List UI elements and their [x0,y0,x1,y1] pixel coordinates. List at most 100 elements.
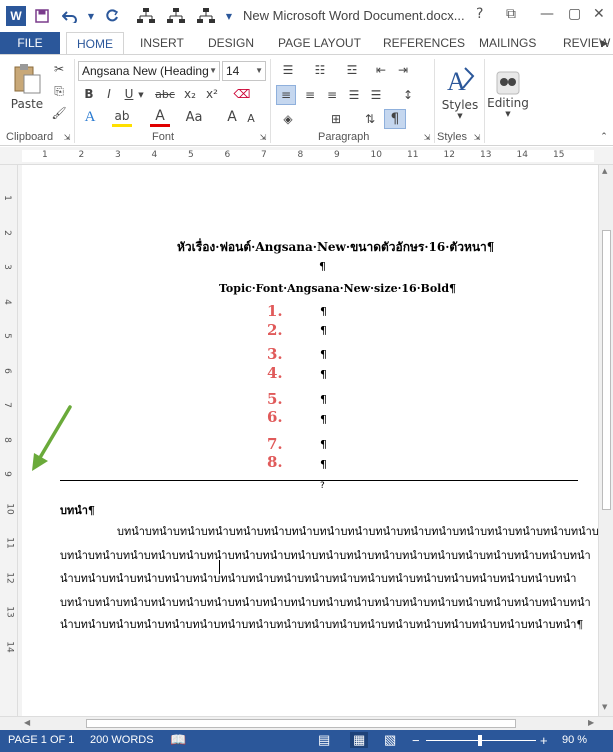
list-number-7: 7. [267,435,283,453]
show-hide-formatting-button[interactable]: ¶ [384,109,406,129]
subscript-button[interactable]: x₂ [180,85,200,103]
undo-icon[interactable] [58,4,82,28]
minimize-button[interactable]: — [540,6,554,22]
scroll-left-icon[interactable]: ◀ [24,718,30,727]
align-center-icon[interactable]: ≡ [300,85,320,105]
shading-icon[interactable]: ◈ [276,109,300,129]
org-chart-icon-2[interactable] [164,4,188,28]
collapse-ribbon-icon[interactable]: ⌃ [598,131,610,143]
body-line-5[interactable]: นำบทนำบทนำบทนำบทนำบทนำบทนำบทนำบทนำบทนำบท… [60,615,583,633]
zoom-in-button[interactable]: + [540,733,548,748]
horizontal-scroll-thumb[interactable] [86,719,516,728]
tab-home[interactable]: HOME [66,32,124,54]
font-size-dropdown-icon[interactable]: ▼ [255,62,263,80]
body-line-3[interactable]: นำบทนำบทนำบทนำบทนำบทนำบทนำบทนำบทนำบทนำบท… [60,569,576,587]
vertical-ruler[interactable]: 1 2 3 4 5 6 7 8 9 10 11 12 13 14 [0,165,18,716]
line-spacing-icon[interactable]: ↕ [396,85,420,105]
zoom-slider-thumb[interactable] [478,735,482,746]
tab-page-layout[interactable]: PAGE LAYOUT [278,32,361,54]
text-effects-icon[interactable]: A [80,107,100,127]
paste-button[interactable]: Paste [8,59,46,115]
clear-formatting-icon[interactable]: ⌫ [232,85,252,103]
tab-references[interactable]: REFERENCES [383,32,465,54]
tab-mailings[interactable]: MAILINGS [479,32,536,54]
multilevel-list-icon[interactable]: ☲ [340,61,364,79]
cut-icon[interactable]: ✂ [50,61,68,77]
tab-file[interactable]: FILE [0,32,60,54]
justify-icon[interactable]: ☰ [344,85,364,105]
format-painter-icon[interactable]: 🖌 [50,105,68,121]
tabs-scroll-right-icon[interactable]: ▶ [601,32,608,54]
align-left-icon[interactable]: ≡ [276,85,296,105]
font-name-dropdown-icon[interactable]: ▼ [209,62,217,80]
undo-dropdown-icon[interactable]: ▼ [86,4,96,28]
underline-button[interactable]: U [120,85,138,103]
heading-english[interactable]: Topic·Font·Angsana·New·size·16·Bold¶ [219,282,456,295]
org-chart-icon-3[interactable] [194,4,218,28]
superscript-button[interactable]: x² [202,85,222,103]
horizontal-scrollbar[interactable]: ◀ ▶ [0,716,613,730]
tab-insert[interactable]: INSERT [140,32,184,54]
proofing-icon[interactable]: 📖 [170,732,186,748]
underline-dropdown-icon[interactable]: ▼ [137,89,145,101]
styles-icon: A [447,67,475,96]
clipboard-dialog-launcher-icon[interactable]: ⇲ [62,131,72,143]
section-title[interactable]: บทนำ¶ [60,501,95,519]
strikethrough-button[interactable]: abc [152,85,178,103]
maximize-button[interactable]: ▢ [568,6,581,22]
align-right-icon[interactable]: ≡ [322,85,342,105]
distributed-icon[interactable]: ☰ [366,85,386,105]
styles-button[interactable]: A Styles ▼ [440,59,480,125]
font-dialog-launcher-icon[interactable]: ⇲ [258,131,268,143]
scroll-right-icon[interactable]: ▶ [588,718,594,727]
scroll-down-icon[interactable]: ▼ [602,703,607,711]
bold-button[interactable]: B [80,85,98,103]
page-count[interactable]: PAGE 1 OF 1 [8,734,74,746]
text-highlight-icon[interactable]: ab [112,107,132,127]
ribbon-display-options-button[interactable]: ⧉ [506,6,516,22]
word-count[interactable]: 200 WORDS [90,734,154,746]
close-button[interactable]: ✕ [593,6,605,22]
font-size-combo[interactable]: 14 ▼ [222,61,266,81]
customize-quick-access-icon[interactable]: ▼ [224,4,234,28]
vertical-scrollbar[interactable]: ▲ ▼ [598,165,613,716]
italic-button[interactable]: I [100,85,118,103]
vertical-scroll-thumb[interactable] [602,230,611,510]
ruler-number: 13 [480,150,492,160]
copy-icon[interactable]: ⎘ [50,83,68,99]
ruler-number: 15 [553,150,565,160]
read-mode-icon[interactable]: ▤ [318,732,330,748]
body-line-1[interactable]: บทนำบทนำบทนำบทนำบทนำบทนำบทนำบทนำบทนำบทนำ… [117,522,613,540]
editing-button[interactable]: Editing ▼ [487,59,529,125]
font-name-combo[interactable]: Angsana New (Heading ▼ [78,61,220,81]
numbering-icon[interactable]: ☷ [308,61,332,79]
save-icon[interactable] [30,4,54,28]
heading-thai[interactable]: หัวเรื่อง·ฟอนต์·Angsana·New·ขนาดตัวอักษร… [177,238,494,257]
paragraph-dialog-launcher-icon[interactable]: ⇲ [422,131,432,143]
scroll-up-icon[interactable]: ▲ [602,167,607,175]
web-layout-icon[interactable]: ▧ [384,732,396,748]
body-line-4[interactable]: บทนำบทนำบทนำบทนำบทนำบทนำบทนำบทนำบทนำบทนำ… [60,593,591,611]
decrease-indent-icon[interactable]: ⇤ [372,61,390,79]
print-layout-icon[interactable]: ▦ [350,732,369,748]
borders-icon[interactable]: ⊞ [324,109,348,129]
increase-indent-icon[interactable]: ⇥ [394,61,412,79]
document-page[interactable]: หัวเรื่อง·ฟอนต์·Angsana·New·ขนาดตัวอักษร… [22,165,613,716]
change-case-button[interactable]: Aa [182,107,206,127]
horizontal-ruler[interactable]: 1 2 3 4 5 6 7 8 9 10 11 12 13 14 15 [0,147,613,165]
grow-font-button[interactable]: A [224,107,240,127]
empty-paragraph-mark: ¶ [319,260,326,273]
document-title: New Microsoft Word Document.docx... [243,8,465,23]
styles-dialog-launcher-icon[interactable]: ⇲ [472,131,482,143]
font-color-icon[interactable]: A [150,107,170,127]
tab-design[interactable]: DESIGN [208,32,254,54]
help-button[interactable]: ? [476,6,483,22]
redo-icon[interactable] [100,4,124,28]
bullets-icon[interactable]: ☰ [276,61,300,79]
zoom-out-button[interactable]: − [412,733,420,748]
sort-icon[interactable]: ⇅ [360,109,380,129]
shrink-font-button[interactable]: A [244,109,258,127]
org-chart-icon-1[interactable] [134,4,158,28]
body-line-2[interactable]: บทนำบทนำบทนำบทนำบทนำบทนำบทนำบทนำบทนำบทนำ… [60,546,591,564]
zoom-level[interactable]: 90 % [562,734,587,746]
